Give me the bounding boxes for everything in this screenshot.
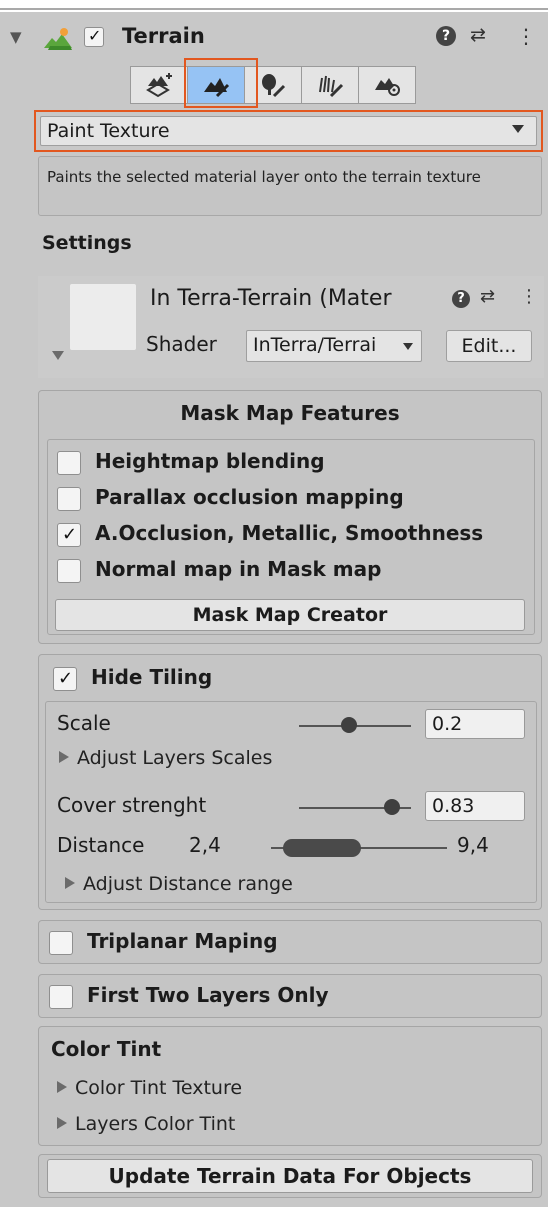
checkbox[interactable] <box>49 931 73 955</box>
tool-dropdown-highlight: Paint Texture <box>34 110 543 152</box>
mask-map-creator-button[interactable]: Mask Map Creator <box>55 599 525 631</box>
terrain-gear-icon <box>375 78 400 96</box>
description-text: Paints the selected material layer onto … <box>47 168 481 186</box>
inspector-panel: ▼ ✓ Terrain ? ⇄ ⋮ Paint Texture Paints t… <box>0 0 550 1207</box>
component-header[interactable]: ▼ ✓ Terrain ? ⇄ ⋮ <box>0 18 548 58</box>
scale-label: Scale <box>57 711 111 735</box>
distance-max: 9,4 <box>457 833 489 857</box>
layers-color-tint-foldout[interactable]: Layers Color Tint <box>57 1113 235 1135</box>
chevron-down-icon <box>403 343 413 350</box>
hide-tiling-label: Hide Tiling <box>91 665 213 689</box>
option-label: Normal map in Mask map <box>95 557 382 581</box>
fold-arrow-icon <box>65 877 75 889</box>
color-tint-section: Color Tint Color Tint Texture Layers Col… <box>38 1026 542 1146</box>
option-label: A.Occlusion, Metallic, Smoothness <box>95 521 484 545</box>
triplanar-section: Triplanar Maping <box>38 920 542 964</box>
distance-range-handle[interactable] <box>283 839 361 857</box>
check-icon: ✓ <box>62 524 78 545</box>
mask-map-section: Mask Map Features Heightmap blending Par… <box>38 390 542 644</box>
terrain-toolbar <box>130 66 416 106</box>
checkbox[interactable]: ✓ <box>57 523 81 547</box>
terrain-icon <box>42 26 74 56</box>
foldout-label: Color Tint Texture <box>75 1077 243 1099</box>
distance-min: 2,4 <box>189 833 221 857</box>
fold-arrow-icon <box>59 751 69 763</box>
update-terrain-data-button[interactable]: Update Terrain Data For Objects <box>47 1159 533 1193</box>
scale-field[interactable]: 0.2 <box>425 709 525 739</box>
material-header: In Terra-Terrain (Mater ? ⇄ ⋮ Shader InT… <box>38 276 544 378</box>
cover-label: Cover strenght <box>57 793 207 817</box>
tree-brush-icon <box>262 74 286 98</box>
fold-arrow-icon[interactable] <box>52 351 64 360</box>
cover-field[interactable]: 0.83 <box>425 791 525 821</box>
chevron-down-icon <box>512 125 524 133</box>
edit-shader-button[interactable]: Edit... <box>446 330 532 362</box>
tool-paint-details[interactable] <box>301 66 359 104</box>
foldout-label: Adjust Layers Scales <box>77 747 273 769</box>
checkbox[interactable]: ✓ <box>53 667 77 691</box>
fold-arrow-icon[interactable]: ▼ <box>10 28 22 46</box>
preset-icon[interactable]: ⇄ <box>470 24 486 46</box>
tool-create-neighbor[interactable] <box>130 66 188 104</box>
selected-tool-highlight <box>184 58 258 108</box>
update-section: Update Terrain Data For Objects <box>38 1154 542 1198</box>
option-label: Heightmap blending <box>95 449 325 473</box>
color-tint-texture-foldout[interactable]: Color Tint Texture <box>57 1077 242 1099</box>
checkbox[interactable] <box>57 559 81 583</box>
adjust-layers-scales-foldout[interactable]: Adjust Layers Scales <box>59 747 272 769</box>
color-tint-title: Color Tint <box>51 1037 162 1061</box>
cover-slider-handle[interactable] <box>383 799 400 815</box>
first-two-layers-section: First Two Layers Only <box>38 974 542 1018</box>
check-icon: ✓ <box>88 26 102 45</box>
foldout-label: Layers Color Tint <box>75 1113 236 1135</box>
check-icon: ✓ <box>58 668 74 689</box>
terrain-plus-icon <box>146 73 172 98</box>
material-preview <box>70 284 136 350</box>
paint-mode-value: Paint Texture <box>47 120 170 142</box>
option-label: Parallax occlusion mapping <box>95 485 404 509</box>
checkbox[interactable] <box>57 487 81 511</box>
divider <box>0 8 548 10</box>
adjust-distance-foldout[interactable]: Adjust Distance range <box>65 873 293 895</box>
material-name: In Terra-Terrain (Mater <box>150 286 392 311</box>
hide-tiling-section: ✓ Hide Tiling Scale 0.2 Adjust Layers Sc… <box>38 654 542 910</box>
grass-brush-icon <box>319 75 344 98</box>
checkbox[interactable] <box>57 451 81 475</box>
settings-heading: Settings <box>42 232 132 254</box>
shader-label: Shader <box>146 332 217 356</box>
help-icon[interactable]: ? <box>436 26 456 46</box>
checkbox[interactable] <box>49 985 73 1009</box>
first-two-layers-label: First Two Layers Only <box>87 983 329 1007</box>
shader-dropdown[interactable]: InTerra/Terrai <box>246 330 422 362</box>
component-title: Terrain <box>122 24 205 48</box>
fold-arrow-icon <box>57 1117 67 1129</box>
shader-value: InTerra/Terrai <box>253 334 377 356</box>
tool-terrain-settings[interactable] <box>358 66 416 104</box>
fold-arrow-icon <box>57 1081 67 1093</box>
preset-icon[interactable]: ⇄ <box>480 286 495 307</box>
paint-mode-dropdown[interactable]: Paint Texture <box>40 116 537 146</box>
more-icon[interactable]: ⋮ <box>520 286 538 307</box>
foldout-label: Adjust Distance range <box>83 873 293 895</box>
component-enabled-checkbox[interactable]: ✓ <box>84 26 104 47</box>
help-icon[interactable]: ? <box>452 290 470 308</box>
more-icon[interactable]: ⋮ <box>516 24 536 48</box>
distance-label: Distance <box>57 833 145 857</box>
mask-map-title: Mask Map Features <box>180 401 400 425</box>
tool-description: Paints the selected material layer onto … <box>38 156 542 216</box>
triplanar-label: Triplanar Maping <box>87 929 278 953</box>
